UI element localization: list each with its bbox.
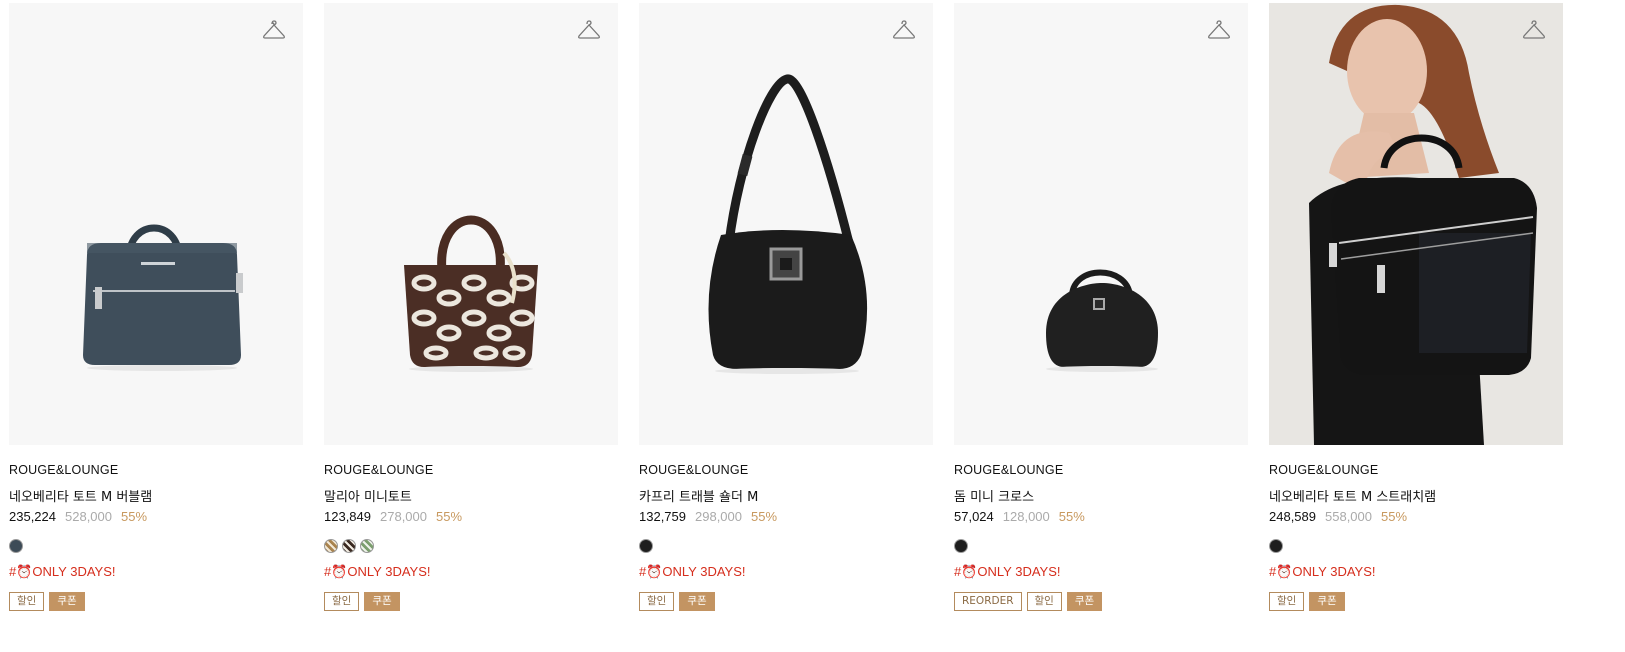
discount-rate: 55% (1058, 509, 1085, 524)
coupon-tag: 쿠폰 (49, 592, 85, 611)
promo-label: #⏰ONLY 3DAYS! (639, 564, 746, 579)
product-name[interactable]: 말리아 미니토트 (324, 486, 618, 505)
product-image-area[interactable] (9, 3, 303, 445)
brand-name[interactable]: ROUGE&LOUNGE (324, 463, 618, 479)
original-price: 558,000 (1325, 509, 1372, 524)
original-price: 528,000 (65, 509, 112, 524)
color-swatch[interactable] (1269, 539, 1283, 553)
tag-list: 할인 쿠폰 (639, 592, 933, 612)
discount-rate: 55% (1381, 509, 1408, 524)
product-image[interactable] (639, 3, 933, 445)
color-swatch[interactable] (324, 539, 338, 553)
product-image[interactable] (954, 3, 1248, 445)
promo-text: #⏰ONLY 3DAYS! (9, 563, 303, 581)
sale-price: 132,759 (639, 509, 686, 524)
hanger-icon[interactable] (1522, 19, 1546, 41)
original-price: 278,000 (380, 509, 427, 524)
discount-tag: 할인 (639, 592, 675, 611)
product-card[interactable]: ROUGE&LOUNGE 돔 미니 크로스 57,024 128,000 55%… (954, 3, 1248, 652)
product-card[interactable]: ROUGE&LOUNGE 네오베리타 토트 M 스트래치램 248,589 55… (1269, 3, 1563, 652)
product-image-area[interactable] (1269, 3, 1563, 445)
reorder-tag: REORDER (954, 592, 1022, 611)
hanger-icon[interactable] (577, 19, 601, 41)
product-name[interactable]: 네오베리타 토트 M 버블램 (9, 486, 303, 505)
sale-price: 57,024 (954, 509, 994, 524)
product-image[interactable] (324, 3, 618, 445)
product-image-area[interactable] (324, 3, 618, 445)
promo-label: #⏰ONLY 3DAYS! (9, 564, 116, 579)
color-swatches (639, 539, 933, 555)
tag-list: REORDER 할인 쿠폰 (954, 592, 1248, 612)
product-card[interactable]: ROUGE&LOUNGE 네오베리타 토트 M 버블램 235,224 528,… (9, 3, 303, 652)
promo-label: #⏰ONLY 3DAYS! (324, 564, 431, 579)
coupon-tag: 쿠폰 (364, 592, 400, 611)
product-name[interactable]: 돔 미니 크로스 (954, 486, 1248, 505)
product-name[interactable]: 네오베리타 토트 M 스트래치램 (1269, 486, 1563, 505)
price-row: 123,849 278,000 55% (324, 508, 618, 525)
discount-tag: 할인 (1269, 592, 1305, 611)
color-swatches (324, 539, 618, 555)
color-swatch[interactable] (639, 539, 653, 553)
promo-label: #⏰ONLY 3DAYS! (1269, 564, 1376, 579)
original-price: 128,000 (1002, 509, 1050, 524)
color-swatch[interactable] (360, 539, 374, 553)
price-row: 248,589 558,000 55% (1269, 508, 1563, 525)
product-card[interactable]: ROUGE&LOUNGE 말리아 미니토트 123,849 278,000 55… (324, 3, 618, 652)
tag-list: 할인 쿠폰 (324, 592, 618, 612)
color-swatches (9, 539, 303, 555)
hanger-icon[interactable] (1207, 19, 1231, 41)
product-image[interactable] (1269, 3, 1563, 445)
brand-name[interactable]: ROUGE&LOUNGE (1269, 463, 1563, 479)
product-image[interactable] (9, 3, 303, 445)
tag-list: 할인 쿠폰 (9, 592, 303, 612)
color-swatch[interactable] (342, 539, 356, 553)
tag-list: 할인 쿠폰 (1269, 592, 1563, 612)
sale-price: 235,224 (9, 509, 56, 524)
promo-text: #⏰ONLY 3DAYS! (954, 563, 1248, 581)
promo-label: #⏰ONLY 3DAYS! (954, 564, 1061, 579)
color-swatches (954, 539, 1248, 555)
brand-name[interactable]: ROUGE&LOUNGE (639, 463, 933, 479)
coupon-tag: 쿠폰 (1066, 592, 1103, 611)
color-swatch[interactable] (9, 539, 23, 553)
discount-tag: 할인 (9, 592, 45, 611)
product-card[interactable]: ROUGE&LOUNGE 카프리 트래블 숄더 M 132,759 298,00… (639, 3, 933, 652)
discount-rate: 55% (751, 509, 778, 524)
promo-text: #⏰ONLY 3DAYS! (639, 563, 933, 581)
sale-price: 248,589 (1269, 509, 1316, 524)
brand-name[interactable]: ROUGE&LOUNGE (9, 463, 303, 479)
sale-price: 123,849 (324, 509, 371, 524)
product-name[interactable]: 카프리 트래블 숄더 M (639, 486, 933, 505)
color-swatches (1269, 539, 1563, 555)
promo-text: #⏰ONLY 3DAYS! (1269, 563, 1563, 581)
discount-tag: 할인 (324, 592, 360, 611)
product-image-area[interactable] (954, 3, 1248, 445)
original-price: 298,000 (695, 509, 742, 524)
discount-tag: 할인 (1026, 592, 1062, 611)
promo-text: #⏰ONLY 3DAYS! (324, 563, 618, 581)
coupon-tag: 쿠폰 (679, 592, 715, 611)
price-row: 235,224 528,000 55% (9, 508, 303, 525)
discount-rate: 55% (121, 509, 148, 524)
discount-rate: 55% (436, 509, 463, 524)
hanger-icon[interactable] (262, 19, 286, 41)
price-row: 132,759 298,000 55% (639, 508, 933, 525)
color-swatch[interactable] (954, 539, 968, 553)
brand-name[interactable]: ROUGE&LOUNGE (954, 463, 1248, 479)
coupon-tag: 쿠폰 (1309, 592, 1345, 611)
price-row: 57,024 128,000 55% (954, 508, 1248, 525)
hanger-icon[interactable] (892, 19, 916, 41)
product-grid: ROUGE&LOUNGE 네오베리타 토트 M 버블램 235,224 528,… (9, 3, 1625, 652)
product-image-area[interactable] (639, 3, 933, 445)
